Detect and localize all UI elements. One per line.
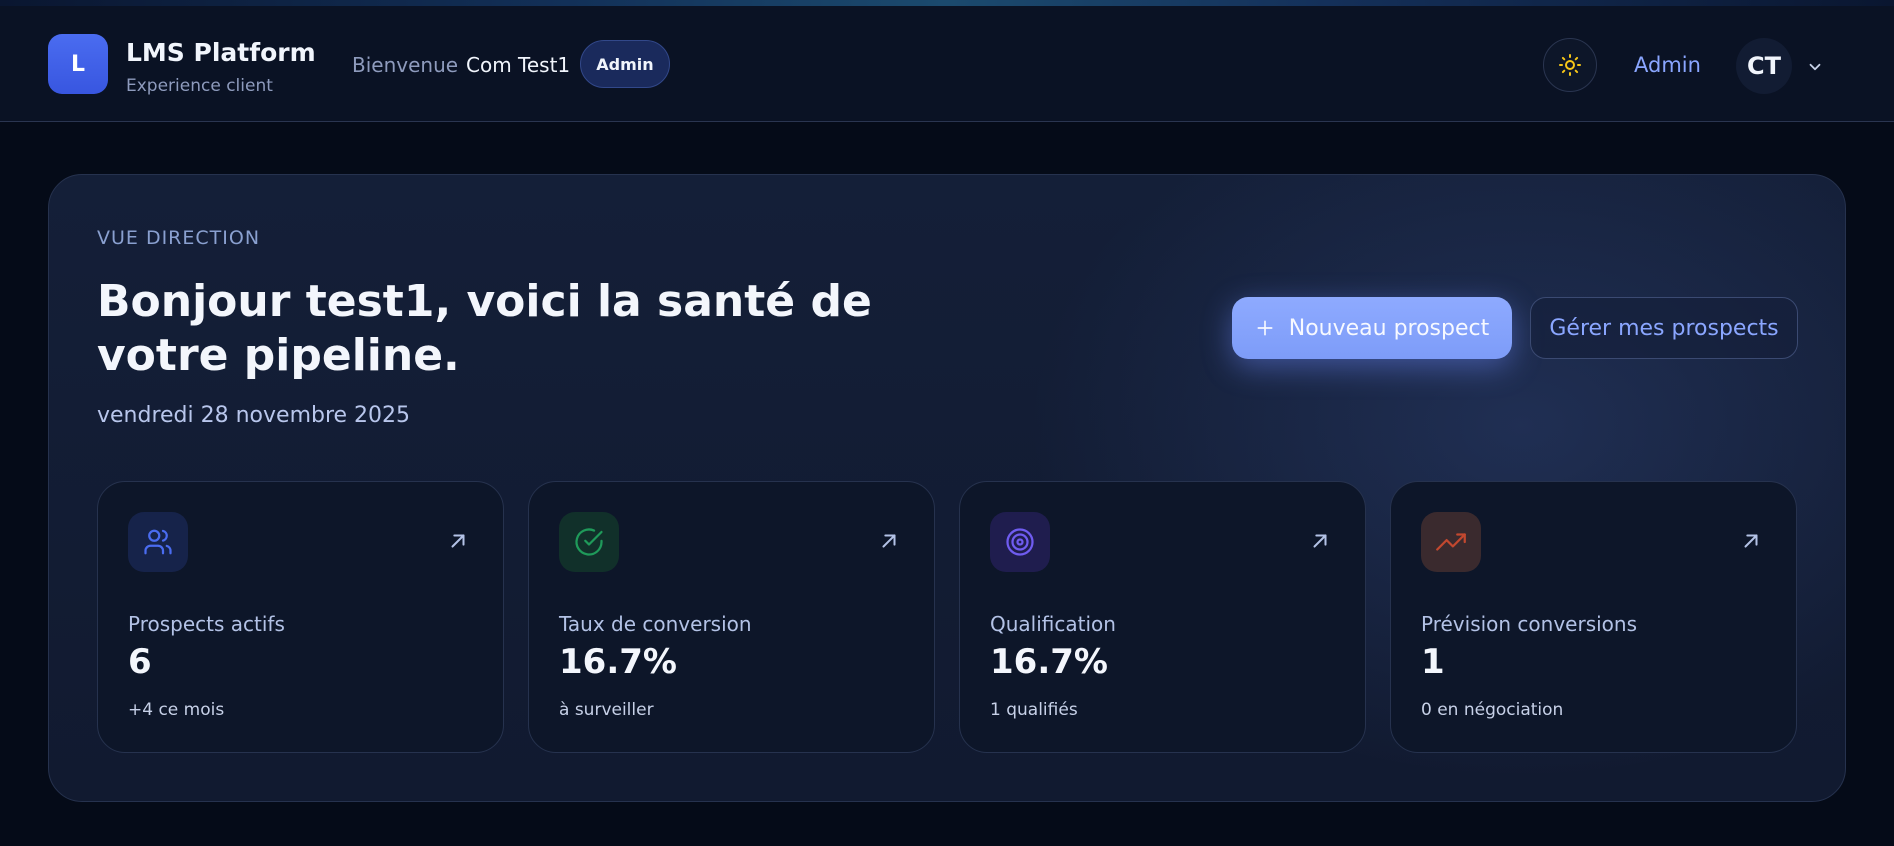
brand-title: LMS Platform [126, 38, 316, 67]
kpi-note: 1 qualifiés [990, 700, 1078, 720]
arrow-up-right-icon[interactable] [878, 530, 900, 552]
current-date: vendredi 28 novembre 2025 [97, 403, 411, 428]
plus-icon [1257, 320, 1273, 336]
user-menu-toggle[interactable] [1804, 56, 1826, 78]
brand-subtitle: Experience client [126, 76, 273, 96]
kpi-label: Qualification [990, 612, 1116, 636]
kpi-icon-box [1421, 512, 1481, 572]
kpi-icon-box [990, 512, 1050, 572]
kpi-value: 16.7% [990, 642, 1108, 682]
trending-up-icon [1436, 533, 1466, 551]
check-circle-icon [575, 528, 603, 556]
kpi-card-qualification[interactable]: Qualification 16.7% 1 qualifiés [959, 481, 1366, 753]
role-badge: Admin [580, 40, 670, 88]
kpi-note: +4 ce mois [128, 700, 225, 720]
kpi-note: à surveiller [559, 700, 654, 720]
arrow-up-right-icon[interactable] [447, 530, 469, 552]
kpi-value: 1 [1421, 642, 1445, 682]
theme-toggle-button[interactable] [1543, 38, 1597, 92]
kpi-value: 6 [128, 642, 152, 682]
overview-panel: VUE DIRECTION Bonjour test1, voici la sa… [48, 174, 1846, 802]
logo-badge[interactable]: L [48, 34, 108, 94]
kpi-card-conversion-forecast[interactable]: Prévision conversions 1 0 en négociation [1390, 481, 1797, 753]
kpi-value: 16.7% [559, 642, 677, 682]
new-prospect-button[interactable]: Nouveau prospect [1232, 297, 1512, 359]
avatar[interactable]: CT [1736, 38, 1792, 94]
kpi-card-active-prospects[interactable]: Prospects actifs 6 +4 ce mois [97, 481, 504, 753]
welcome-text: Bienvenue [352, 53, 459, 77]
section-kicker: VUE DIRECTION [97, 227, 261, 249]
chevron-down-icon [1809, 63, 1821, 71]
kpi-card-conversion-rate[interactable]: Taux de conversion 16.7% à surveiller [528, 481, 935, 753]
username: Com Test1 [466, 53, 571, 77]
kpi-icon-box [559, 512, 619, 572]
target-icon [1006, 528, 1034, 556]
admin-link[interactable]: Admin [1634, 53, 1701, 77]
kpi-icon-box [128, 512, 188, 572]
app-header: L LMS Platform Experience client Bienven… [0, 6, 1894, 122]
manage-prospects-button[interactable]: Gérer mes prospects [1530, 297, 1798, 359]
arrow-up-right-icon[interactable] [1309, 530, 1331, 552]
users-icon [144, 529, 172, 555]
new-prospect-label: Nouveau prospect [1288, 315, 1490, 341]
sun-icon [1559, 54, 1581, 76]
kpi-label: Prévision conversions [1421, 612, 1638, 636]
kpi-label: Taux de conversion [559, 612, 752, 636]
page-title: Bonjour test1, voici la santé de votre p… [97, 276, 872, 381]
kpi-note: 0 en négociation [1421, 700, 1564, 720]
kpi-label: Prospects actifs [128, 612, 285, 636]
arrow-up-right-icon[interactable] [1740, 530, 1762, 552]
